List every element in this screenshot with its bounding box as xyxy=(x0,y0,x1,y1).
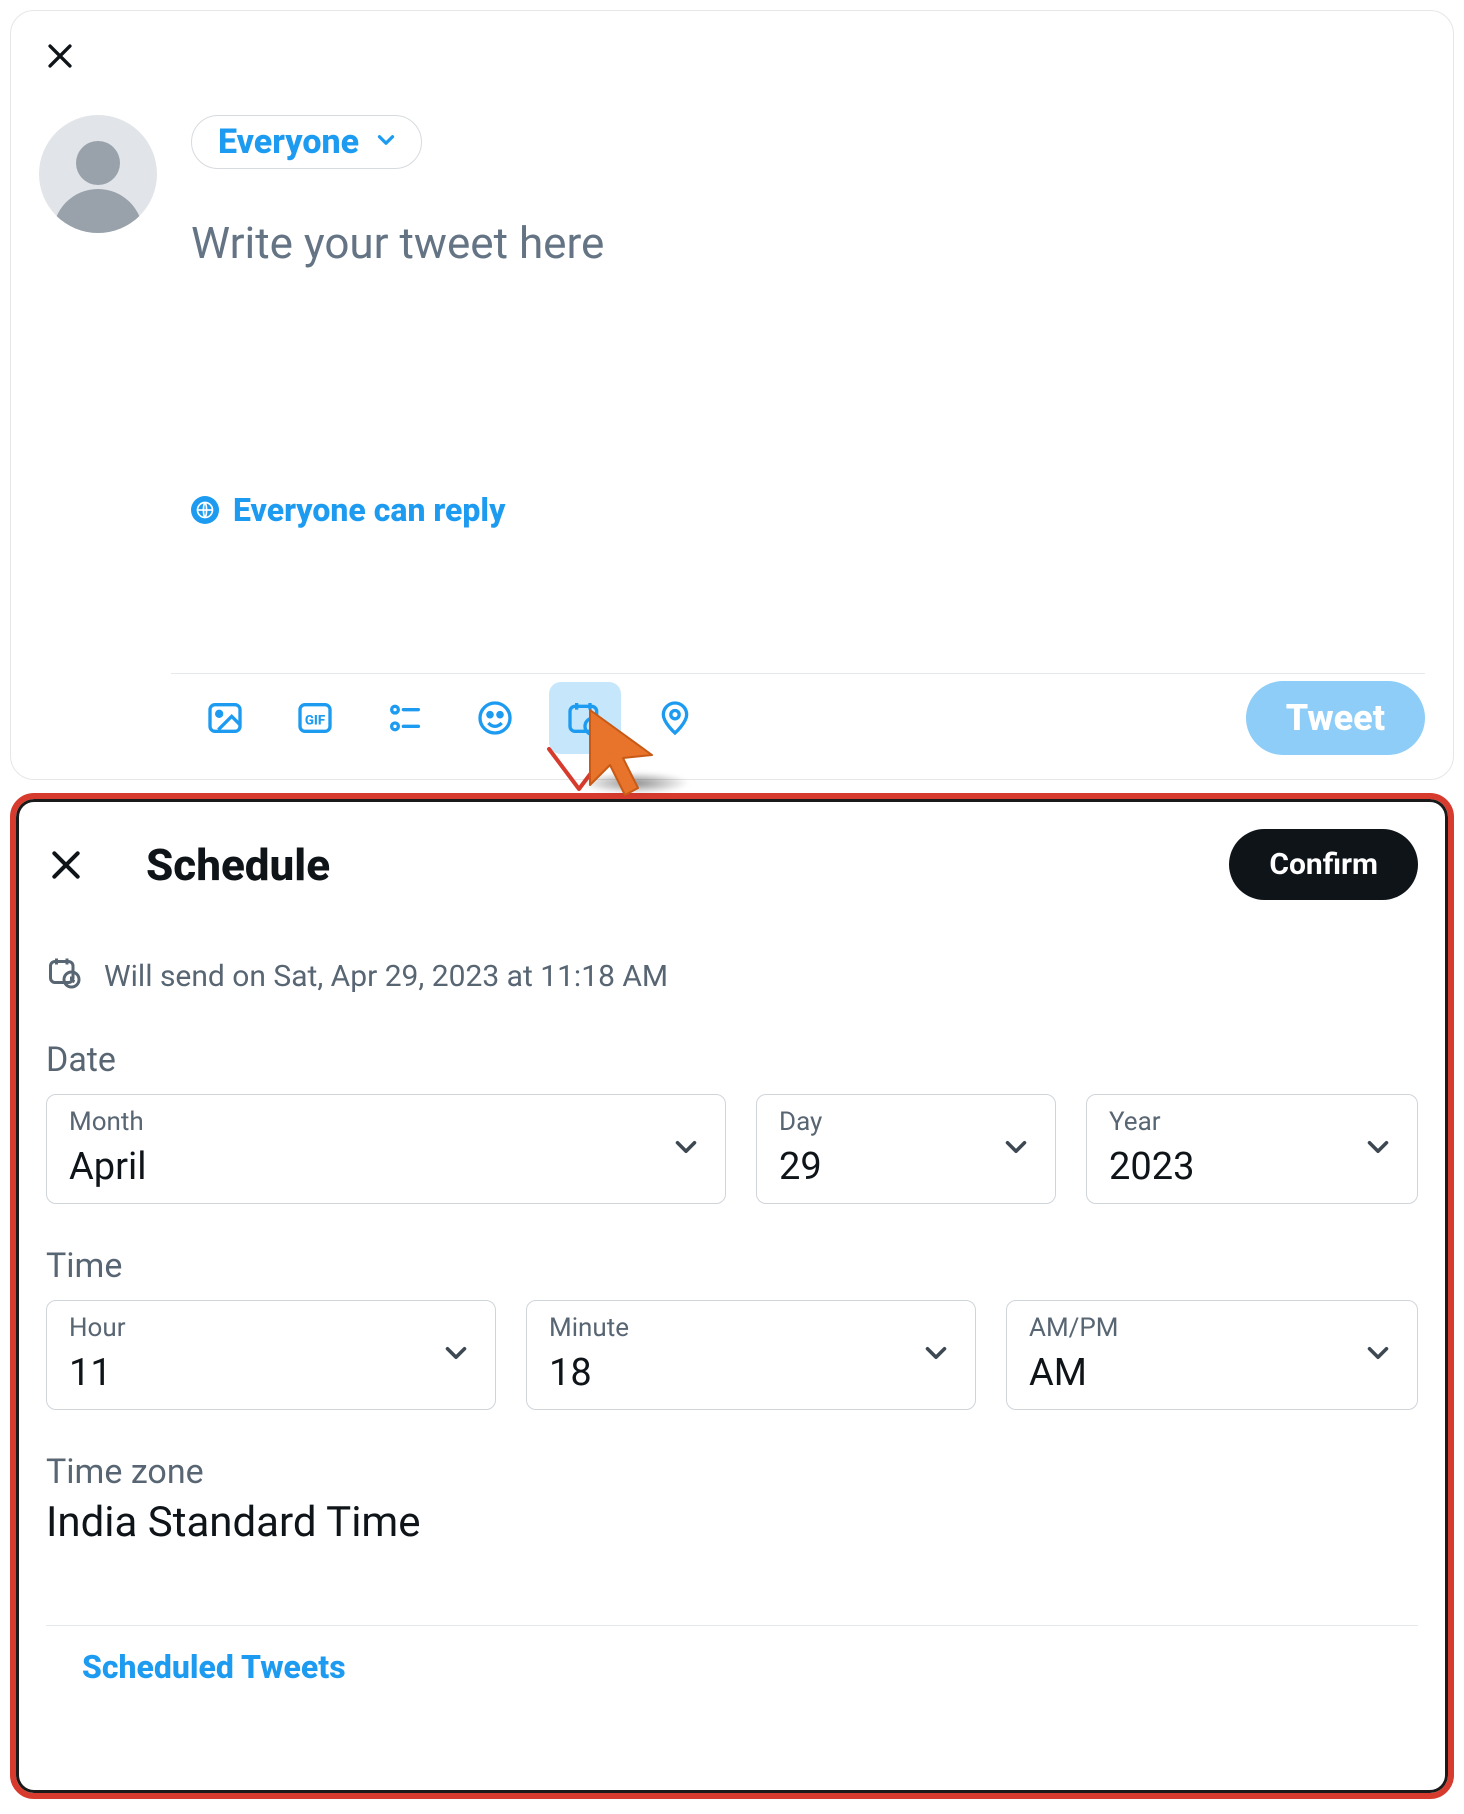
timezone-value: India Standard Time xyxy=(46,1498,1418,1547)
day-value: 29 xyxy=(779,1145,1033,1189)
schedule-modal: Schedule Confirm Will send on Sat, Apr 2… xyxy=(10,793,1454,1799)
chevron-down-icon xyxy=(1361,1336,1395,1374)
year-value: 2023 xyxy=(1109,1145,1395,1189)
scheduled-tweets-link[interactable]: Scheduled Tweets xyxy=(46,1648,1418,1686)
reply-label: Everyone can reply xyxy=(233,491,505,529)
chevron-down-icon xyxy=(919,1336,953,1374)
hour-value: 11 xyxy=(69,1351,473,1395)
ampm-select[interactable]: AM/PM AM xyxy=(1006,1300,1418,1410)
year-select[interactable]: Year 2023 xyxy=(1086,1094,1418,1204)
chevron-down-icon xyxy=(373,122,399,162)
svg-text:GIF: GIF xyxy=(305,714,326,729)
day-select[interactable]: Day 29 xyxy=(756,1094,1056,1204)
month-value: April xyxy=(69,1145,703,1189)
image-icon[interactable] xyxy=(189,682,261,754)
day-label: Day xyxy=(779,1107,1033,1137)
ampm-value: AM xyxy=(1029,1351,1395,1395)
will-send-note: Will send on Sat, Apr 29, 2023 at 11:18 … xyxy=(46,954,1418,998)
minute-label: Minute xyxy=(549,1313,953,1343)
location-icon[interactable] xyxy=(639,682,711,754)
calendar-clock-icon xyxy=(46,954,82,998)
audience-label: Everyone xyxy=(218,122,359,162)
compose-tweet-modal: Everyone Write your tweet here xyxy=(10,10,1454,780)
tweet-button[interactable]: Tweet xyxy=(1246,681,1425,755)
hour-select[interactable]: Hour 11 xyxy=(46,1300,496,1410)
divider xyxy=(46,1625,1418,1626)
emoji-icon[interactable] xyxy=(459,682,531,754)
gif-icon[interactable]: GIF xyxy=(279,682,351,754)
schedule-title: Schedule xyxy=(146,839,1169,891)
close-icon[interactable] xyxy=(43,39,77,73)
audience-selector[interactable]: Everyone xyxy=(191,115,422,169)
globe-icon xyxy=(191,496,219,524)
tweet-textarea[interactable]: Write your tweet here xyxy=(191,217,1425,269)
date-section-label: Date xyxy=(46,1040,1418,1080)
chevron-down-icon xyxy=(669,1130,703,1168)
divider xyxy=(171,673,1425,674)
month-label: Month xyxy=(69,1107,703,1137)
close-icon[interactable] xyxy=(46,845,86,885)
minute-select[interactable]: Minute 18 xyxy=(526,1300,976,1410)
year-label: Year xyxy=(1109,1107,1395,1137)
poll-icon[interactable] xyxy=(369,682,441,754)
chevron-down-icon xyxy=(999,1130,1033,1168)
will-send-text: Will send on Sat, Apr 29, 2023 at 11:18 … xyxy=(104,959,668,994)
reply-settings[interactable]: Everyone can reply xyxy=(191,491,505,529)
hour-label: Hour xyxy=(69,1313,473,1343)
ampm-label: AM/PM xyxy=(1029,1313,1395,1343)
chevron-down-icon xyxy=(439,1336,473,1374)
timezone-section-label: Time zone xyxy=(46,1452,1418,1492)
time-section-label: Time xyxy=(46,1246,1418,1286)
chevron-down-icon xyxy=(1361,1130,1395,1168)
minute-value: 18 xyxy=(549,1351,953,1395)
compose-toolbar: GIF xyxy=(189,681,1425,755)
confirm-button[interactable]: Confirm xyxy=(1229,829,1418,900)
month-select[interactable]: Month April xyxy=(46,1094,726,1204)
avatar xyxy=(39,115,157,233)
schedule-icon[interactable] xyxy=(549,682,621,754)
